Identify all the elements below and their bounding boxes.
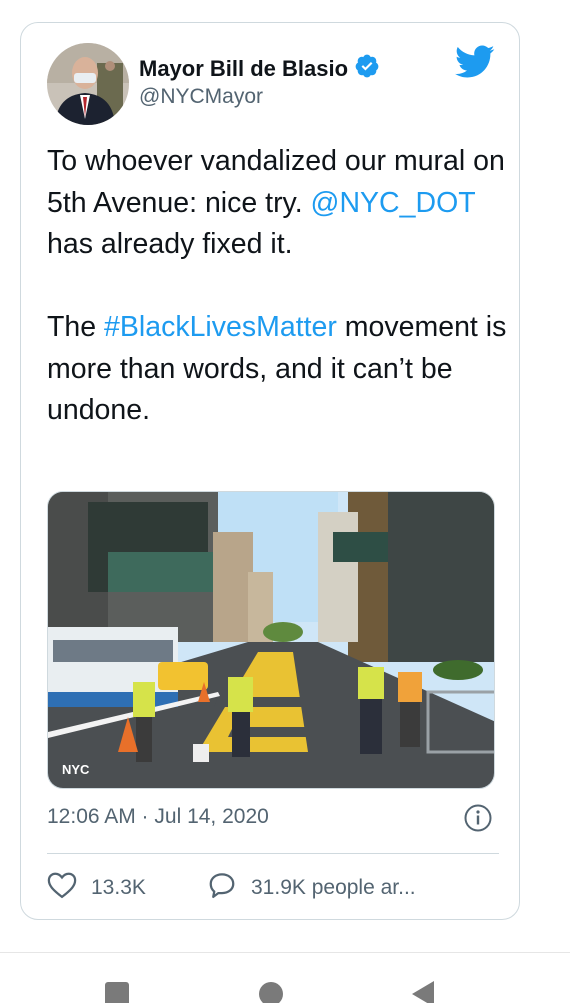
- twitter-bird-icon[interactable]: [455, 45, 495, 79]
- verified-badge-icon: [354, 53, 380, 85]
- recents-square-icon[interactable]: [104, 981, 130, 1008]
- author-handle[interactable]: @NYCMayor: [139, 85, 263, 109]
- speech-bubble-icon[interactable]: [207, 871, 237, 905]
- mention-link[interactable]: @NYC_DOT: [311, 187, 476, 219]
- tweet-paragraph-1: To whoever vandalized our mural on 5th A…: [47, 141, 507, 266]
- tweet-paragraph-2: The #BlackLivesMatter movement is more t…: [47, 307, 507, 432]
- back-triangle-icon[interactable]: [410, 981, 436, 1008]
- author-name[interactable]: Mayor Bill de Blasio: [139, 56, 348, 82]
- tweet-photo[interactable]: NYC: [47, 491, 495, 789]
- heart-icon[interactable]: [47, 871, 77, 905]
- tweet-text: To whoever vandalized our mural on 5th A…: [47, 141, 507, 432]
- info-icon[interactable]: [463, 803, 493, 833]
- like-count: 13.3K: [91, 876, 146, 899]
- home-circle-icon[interactable]: [258, 981, 284, 1008]
- tweet-text-after-mention: has already fixed it.: [47, 228, 293, 260]
- reply-action[interactable]: 31.9K people ar...: [207, 871, 416, 905]
- tweet-card[interactable]: Mayor Bill de Blasio @NYCMayor To whoeve…: [20, 22, 520, 920]
- divider: [47, 853, 499, 854]
- hashtag-link[interactable]: #BlackLivesMatter: [104, 311, 337, 343]
- author-name-row[interactable]: Mayor Bill de Blasio: [139, 53, 380, 85]
- tweet-text-before-hashtag: The: [47, 311, 105, 343]
- reply-label: 31.9K people ar...: [251, 876, 416, 899]
- avatar[interactable]: [47, 43, 129, 125]
- like-action[interactable]: 13.3K: [47, 871, 146, 905]
- tweet-timestamp[interactable]: 12:06 AM · Jul 14, 2020: [47, 805, 269, 829]
- photo-watermark: NYC: [62, 762, 90, 777]
- android-nav-bar: [0, 952, 570, 1007]
